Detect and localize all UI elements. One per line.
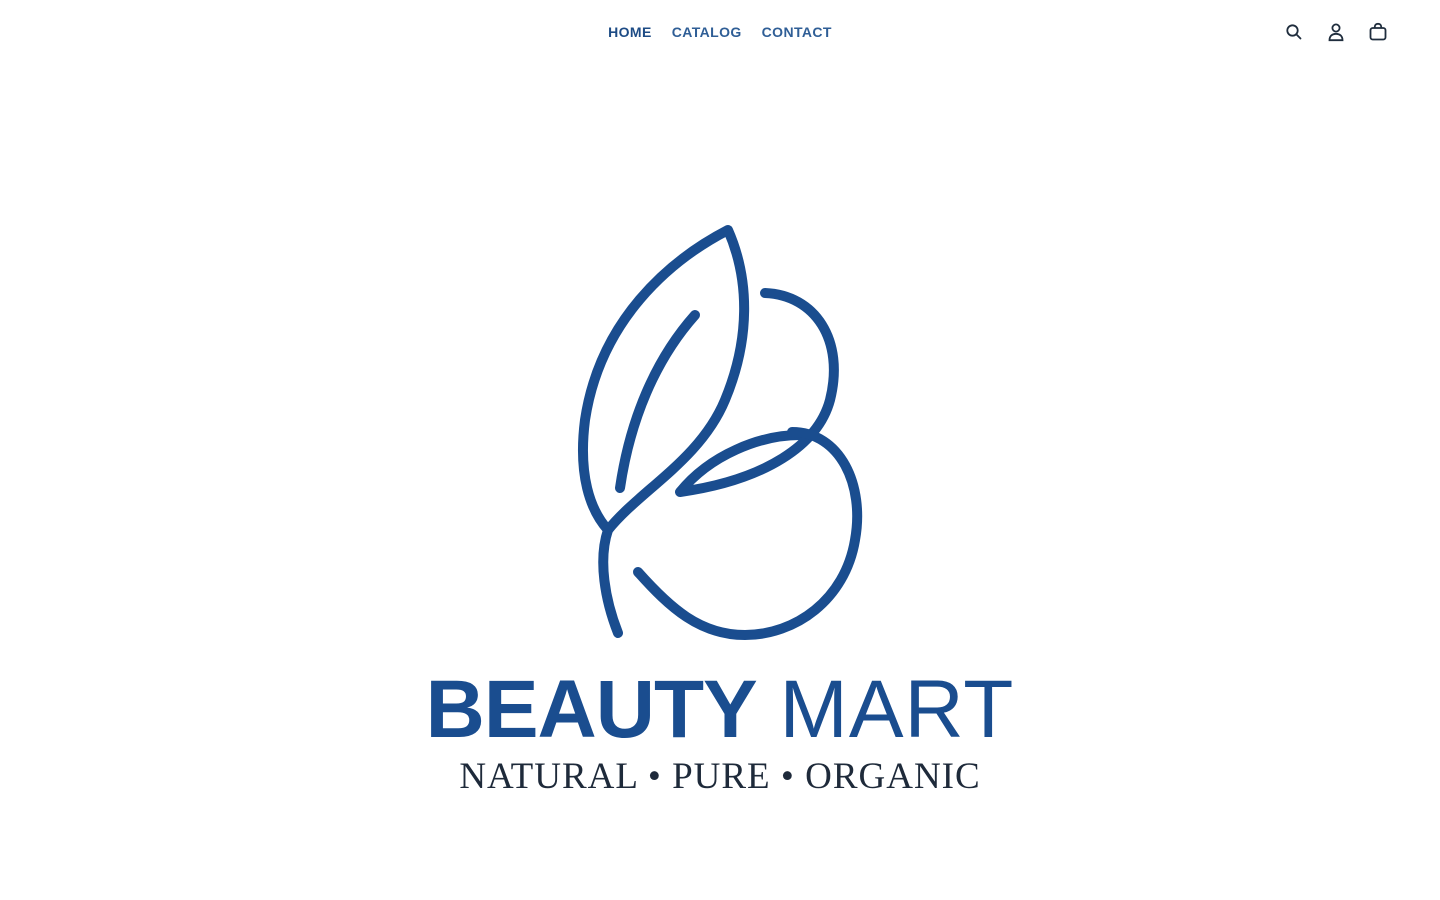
main-nav: HOME CATALOG CONTACT [0, 22, 1440, 42]
header-icons [1284, 20, 1388, 44]
cart-icon[interactable] [1368, 20, 1388, 44]
page: HOME CATALOG CONTACT BEAUTY MART NATURAL… [0, 0, 1440, 900]
site-header: HOME CATALOG CONTACT [0, 0, 1440, 64]
nav-link-home[interactable]: HOME [608, 22, 652, 42]
nav-link-catalog[interactable]: CATALOG [672, 22, 742, 42]
leaf-b-logo-icon [577, 225, 863, 640]
account-icon[interactable] [1326, 20, 1346, 44]
brand-name-light: MART [779, 664, 1015, 755]
brand-tagline: NATURAL • PURE • ORGANIC [459, 756, 981, 797]
brand-name-bold: BEAUTY [425, 664, 758, 755]
search-icon[interactable] [1284, 20, 1304, 44]
nav-link-contact[interactable]: CONTACT [762, 22, 832, 42]
hero-banner: BEAUTY MART NATURAL • PURE • ORGANIC [0, 200, 1440, 820]
brand-name: BEAUTY MART [0, 666, 1440, 754]
